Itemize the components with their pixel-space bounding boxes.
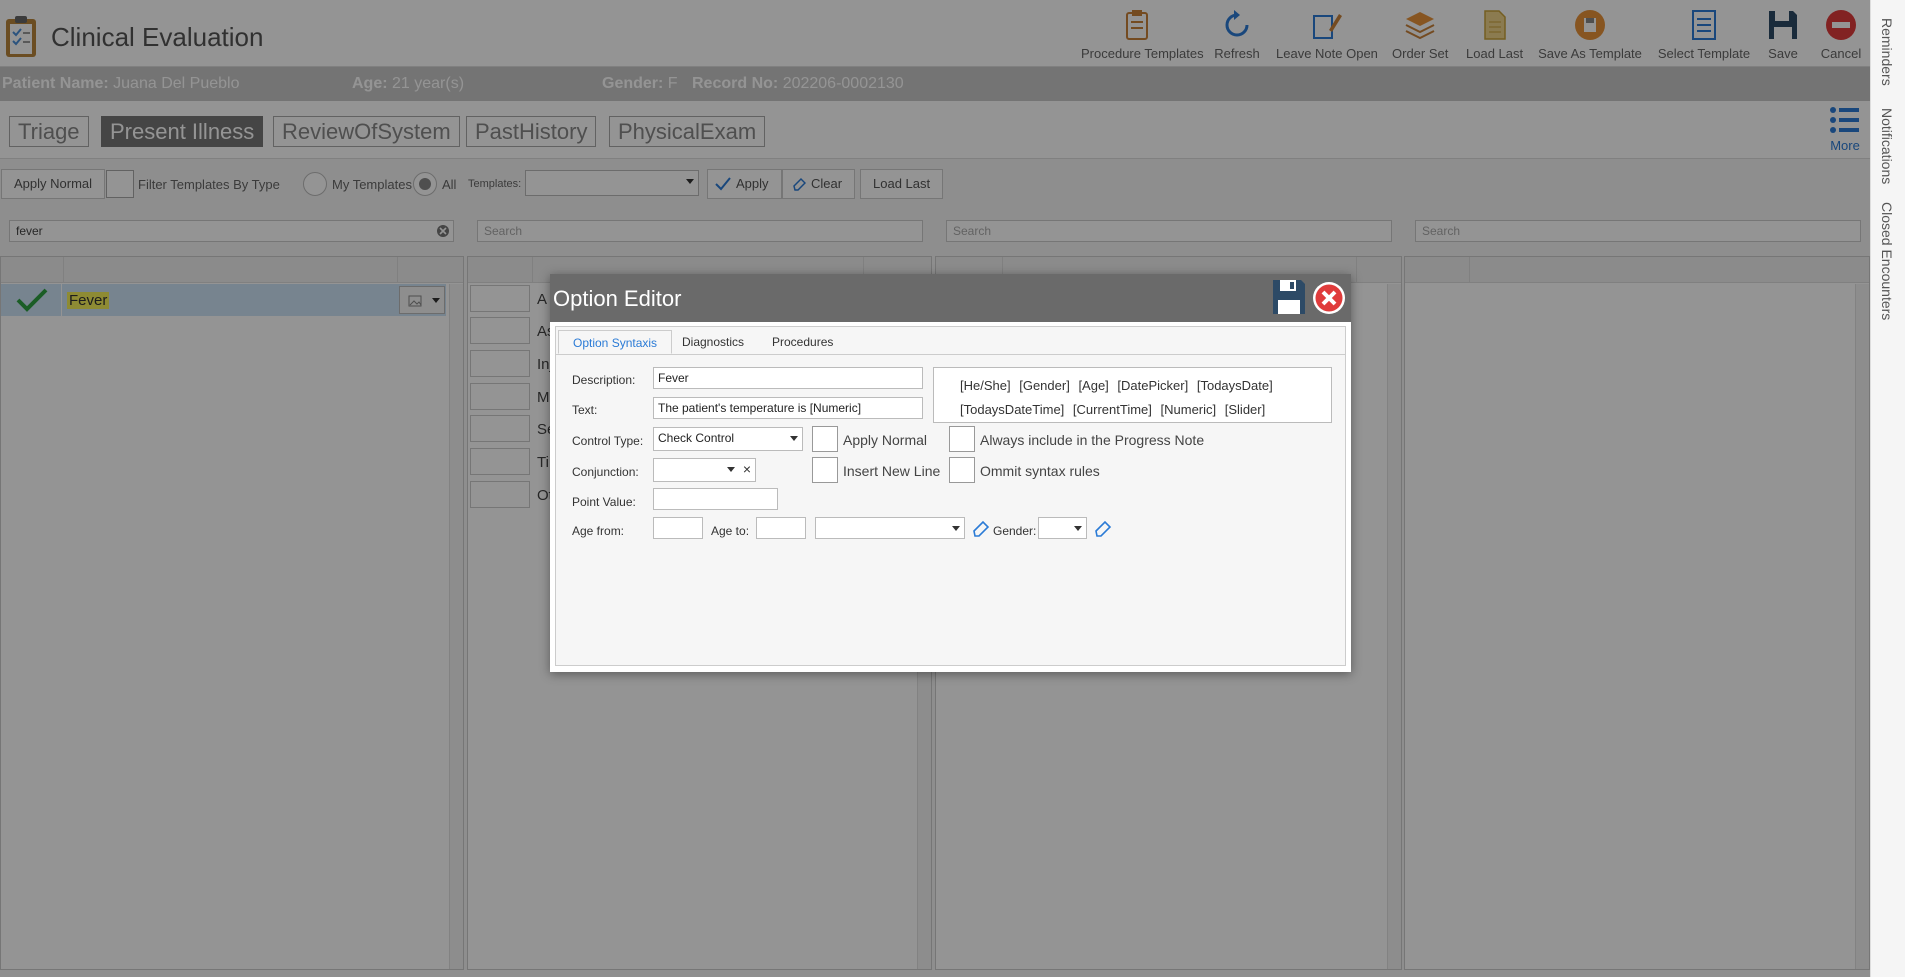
dialog-title: Option Editor bbox=[553, 286, 682, 311]
apply-normal-checkbox[interactable] bbox=[812, 426, 838, 452]
tab-procedures[interactable]: Procedures bbox=[758, 330, 847, 354]
token-todays-date[interactable]: [TodaysDate] bbox=[1197, 378, 1273, 393]
age-from-label: Age from: bbox=[572, 524, 625, 538]
save-dialog-icon[interactable] bbox=[1271, 278, 1307, 316]
eraser-icon[interactable] bbox=[1093, 518, 1113, 538]
token-current-time[interactable]: [CurrentTime] bbox=[1073, 402, 1152, 417]
close-dialog-icon[interactable] bbox=[1312, 281, 1346, 315]
control-type-select[interactable]: Check Control bbox=[653, 427, 803, 451]
gender-select[interactable] bbox=[1038, 517, 1087, 539]
text-field[interactable]: The patient's temperature is [Numeric] bbox=[653, 397, 923, 419]
insert-new-line-label: Insert New Line bbox=[843, 463, 941, 479]
token-he-she[interactable]: [He/She] bbox=[960, 378, 1011, 393]
token-numeric[interactable]: [Numeric] bbox=[1161, 402, 1217, 417]
conjunction-label: Conjunction: bbox=[572, 465, 639, 479]
control-type-value: Check Control bbox=[658, 431, 735, 445]
control-type-label: Control Type: bbox=[572, 434, 644, 448]
tab-diagnostics[interactable]: Diagnostics bbox=[668, 330, 758, 354]
chevron-down-icon bbox=[1074, 526, 1082, 531]
token-gender[interactable]: [Gender] bbox=[1019, 378, 1070, 393]
point-value-label: Point Value: bbox=[572, 495, 636, 509]
option-editor-dialog: Option Editor Option Syntaxis Diagnostic… bbox=[550, 274, 1351, 672]
conjunction-select[interactable]: × bbox=[653, 458, 756, 482]
side-panel: Reminders Notifications Closed Encounter… bbox=[1870, 0, 1905, 977]
clear-icon[interactable]: × bbox=[743, 461, 751, 477]
description-label: Description: bbox=[572, 373, 636, 387]
syntax-tokens-panel: [He/She] [Gender] [Age] [DatePicker] [To… bbox=[933, 367, 1332, 423]
token-age[interactable]: [Age] bbox=[1078, 378, 1108, 393]
text-label: Text: bbox=[572, 403, 598, 417]
description-field[interactable]: Fever bbox=[653, 367, 923, 389]
age-to-label: Age to: bbox=[711, 524, 750, 538]
apply-normal-label: Apply Normal bbox=[843, 432, 928, 448]
dialog-header: Option Editor bbox=[550, 274, 1351, 322]
chevron-down-icon bbox=[727, 467, 735, 472]
ommit-syntax-label: Ommit syntax rules bbox=[980, 463, 1100, 479]
side-tab-closed-encounters[interactable]: Closed Encounters bbox=[1879, 202, 1895, 320]
dialog-body: Option Syntaxis Diagnostics Procedures D… bbox=[555, 326, 1346, 666]
eraser-icon[interactable] bbox=[971, 518, 991, 538]
gender-label: Gender: bbox=[993, 524, 1037, 538]
token-datepicker[interactable]: [DatePicker] bbox=[1117, 378, 1188, 393]
ommit-syntax-checkbox[interactable] bbox=[949, 457, 975, 483]
side-tab-notifications[interactable]: Notifications bbox=[1879, 108, 1895, 184]
age-from-field[interactable] bbox=[653, 517, 703, 539]
token-slider[interactable]: [Slider] bbox=[1225, 402, 1265, 417]
tab-option-syntaxis[interactable]: Option Syntaxis bbox=[558, 330, 673, 354]
insert-new-line-checkbox[interactable] bbox=[812, 457, 838, 483]
point-value-field[interactable] bbox=[653, 488, 778, 510]
age-unit-select[interactable] bbox=[815, 517, 965, 539]
always-include-checkbox[interactable] bbox=[949, 426, 975, 452]
always-include-label: Always include in the Progress Note bbox=[980, 432, 1205, 448]
token-todays-datetime[interactable]: [TodaysDateTime] bbox=[960, 402, 1064, 417]
chevron-down-icon bbox=[952, 526, 960, 531]
chevron-down-icon bbox=[790, 436, 798, 441]
age-to-field[interactable] bbox=[756, 517, 806, 539]
side-tab-reminders[interactable]: Reminders bbox=[1879, 18, 1895, 86]
